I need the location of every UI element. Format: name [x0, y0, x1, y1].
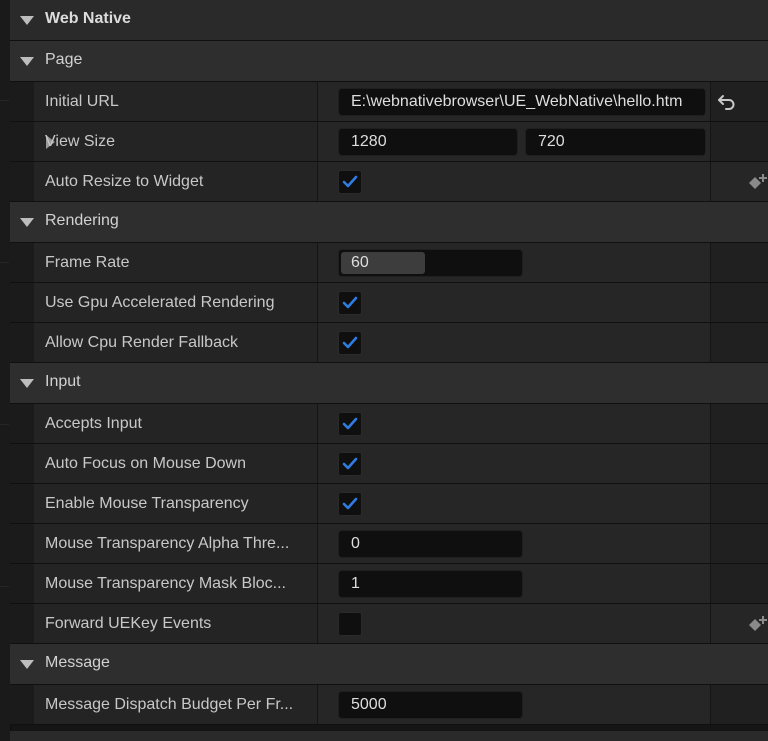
- checkmark-icon: [342, 457, 358, 470]
- frame-rate-value: 60: [351, 254, 369, 271]
- gpu-rendering-checkbox[interactable]: [338, 291, 362, 315]
- auto-focus-checkbox[interactable]: [338, 452, 362, 476]
- property-label: Initial URL: [45, 93, 119, 110]
- category-title: Web Native: [45, 10, 131, 27]
- property-cpu-fallback: Allow Cpu Render Fallback: [10, 323, 768, 363]
- mouse-transparency-checkbox[interactable]: [338, 492, 362, 516]
- category-title: Page: [45, 51, 83, 68]
- category-page[interactable]: Page: [10, 41, 768, 82]
- details-panel: Web Native Page Initial URL E:\webnative…: [10, 0, 768, 725]
- property-mouse-transparency: Enable Mouse Transparency: [10, 484, 768, 524]
- dispatch-budget-input[interactable]: 5000: [338, 691, 523, 719]
- property-label: View Size: [45, 133, 115, 150]
- add-keyframe-icon[interactable]: [745, 614, 768, 643]
- initial-url-input[interactable]: E:\webnativebrowser\UE_WebNative\hello.h…: [338, 88, 706, 116]
- accepts-input-checkbox[interactable]: [338, 412, 362, 436]
- auto-resize-checkbox[interactable]: [338, 170, 362, 194]
- property-label: Use Gpu Accelerated Rendering: [45, 294, 275, 311]
- property-label: Frame Rate: [45, 254, 130, 271]
- property-initial-url: Initial URL E:\webnativebrowser\UE_WebNa…: [10, 82, 768, 122]
- property-label: Message Dispatch Budget Per Fr...: [45, 696, 294, 713]
- property-label: Auto Resize to Widget: [45, 173, 204, 190]
- category-message[interactable]: Message: [10, 644, 768, 685]
- cpu-fallback-checkbox[interactable]: [338, 331, 362, 355]
- category-rendering[interactable]: Rendering: [10, 202, 768, 243]
- reset-to-default-icon[interactable]: [717, 92, 737, 117]
- checkmark-icon: [342, 497, 358, 510]
- property-label: Accepts Input: [45, 415, 142, 432]
- category-title: Message: [45, 654, 110, 671]
- checkmark-icon: [342, 296, 358, 309]
- mask-block-input[interactable]: 1: [338, 570, 523, 598]
- collapse-arrow-icon[interactable]: [20, 660, 34, 669]
- property-label: Enable Mouse Transparency: [45, 495, 249, 512]
- property-dispatch-budget: Message Dispatch Budget Per Fr... 5000: [10, 685, 768, 725]
- collapse-arrow-icon[interactable]: [20, 218, 34, 227]
- checkmark-icon: [342, 336, 358, 349]
- property-gpu-rendering: Use Gpu Accelerated Rendering: [10, 283, 768, 323]
- forward-uekey-checkbox[interactable]: [338, 612, 362, 636]
- collapse-arrow-icon[interactable]: [20, 16, 34, 25]
- property-label: Forward UEKey Events: [45, 615, 212, 632]
- category-title: Rendering: [45, 212, 119, 229]
- checkmark-icon: [342, 417, 358, 430]
- property-label: Mouse Transparency Alpha Thre...: [45, 535, 290, 552]
- view-size-y-input[interactable]: 720: [525, 128, 706, 156]
- bottom-strip: [10, 731, 768, 741]
- property-forward-uekey: Forward UEKey Events: [10, 604, 768, 644]
- property-label: Allow Cpu Render Fallback: [45, 334, 238, 351]
- collapse-arrow-icon[interactable]: [20, 379, 34, 388]
- property-frame-rate: Frame Rate 60: [10, 243, 768, 283]
- property-auto-focus: Auto Focus on Mouse Down: [10, 444, 768, 484]
- view-size-x-input[interactable]: 1280: [338, 128, 518, 156]
- add-keyframe-icon[interactable]: [745, 172, 768, 201]
- property-view-size: View Size 1280 720: [10, 122, 768, 162]
- frame-rate-slider[interactable]: 60: [338, 249, 523, 277]
- property-mask-block: Mouse Transparency Mask Bloc... 1: [10, 564, 768, 604]
- property-label: Mouse Transparency Mask Bloc...: [45, 575, 286, 592]
- property-label: Auto Focus on Mouse Down: [45, 455, 246, 472]
- category-title: Input: [45, 373, 81, 390]
- checkmark-icon: [342, 175, 358, 188]
- category-web-native[interactable]: Web Native: [10, 0, 768, 41]
- property-accepts-input: Accepts Input: [10, 404, 768, 444]
- collapse-arrow-icon[interactable]: [20, 57, 34, 66]
- property-alpha-threshold: Mouse Transparency Alpha Thre... 0: [10, 524, 768, 564]
- alpha-threshold-input[interactable]: 0: [338, 530, 523, 558]
- category-input[interactable]: Input: [10, 363, 768, 404]
- property-auto-resize: Auto Resize to Widget: [10, 162, 768, 202]
